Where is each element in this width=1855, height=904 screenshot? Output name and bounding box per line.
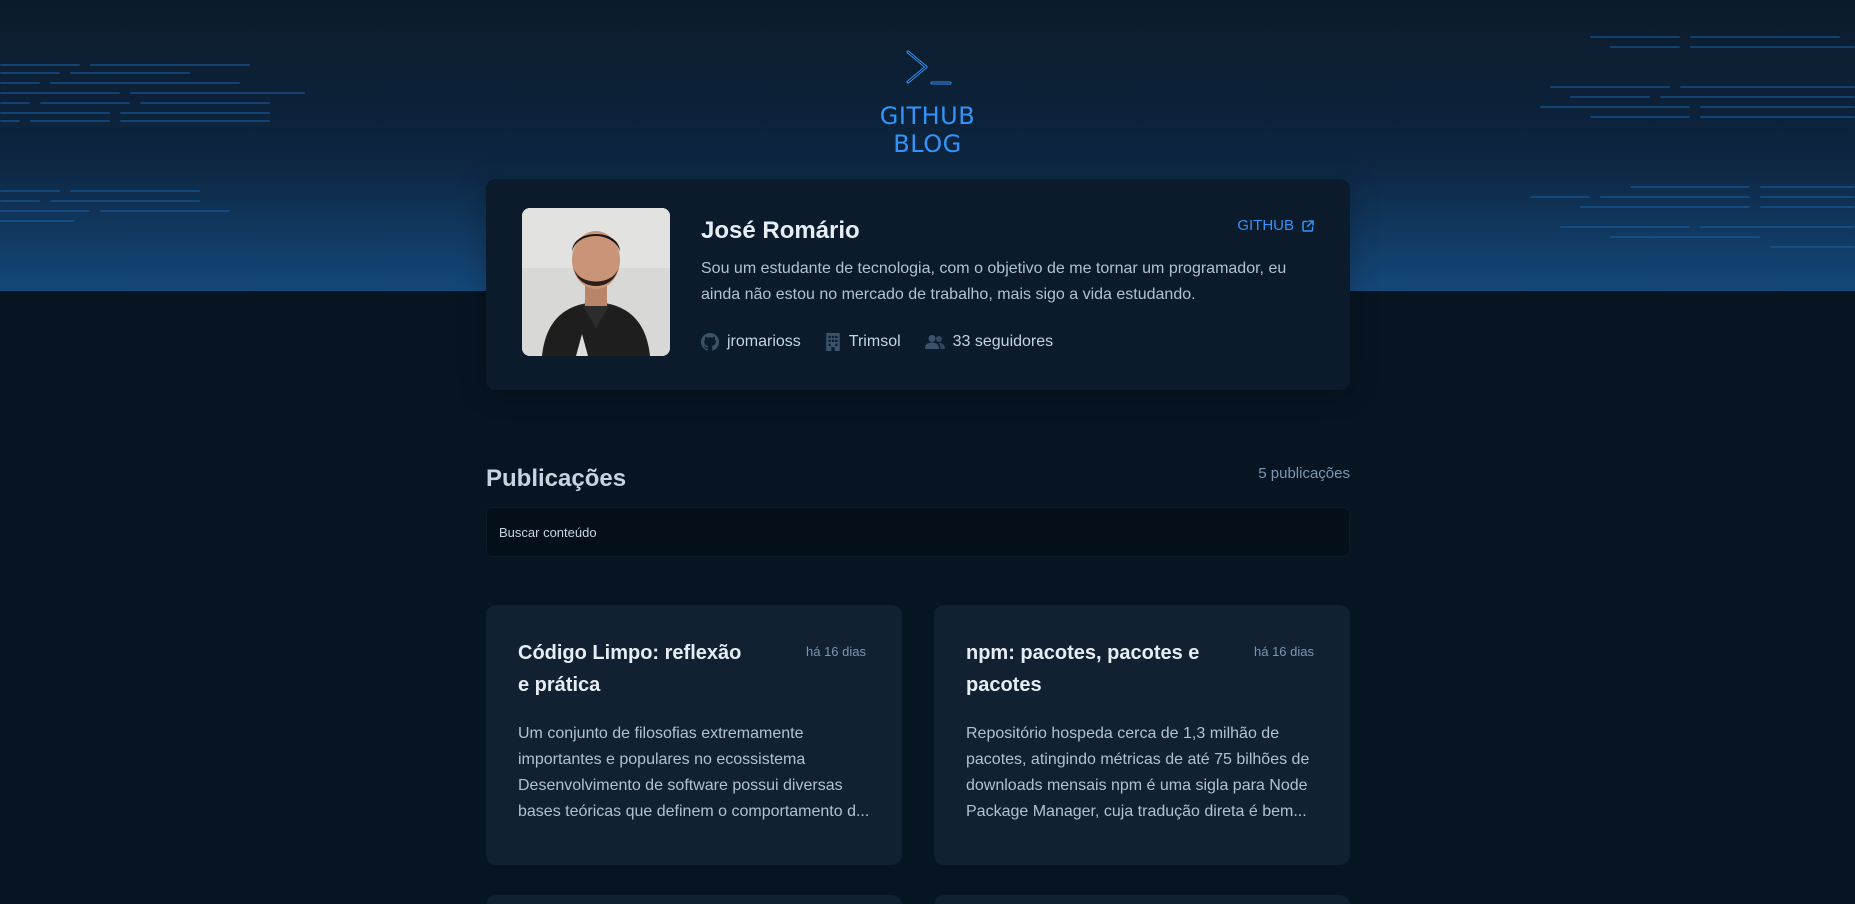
header-decoration-left (0, 0, 320, 291)
avatar (522, 208, 670, 356)
post-card[interactable]: npm: pacotes, pacotes e pacotes há 16 di… (934, 605, 1350, 865)
stat-followers: 33 seguidores (924, 333, 1054, 351)
publications-count: 5 publicações (1258, 465, 1350, 482)
building-icon (826, 333, 840, 351)
github-profile-link[interactable]: GITHUB (1237, 217, 1314, 234)
user-group-icon (924, 335, 945, 349)
post-card-partial[interactable] (934, 895, 1350, 904)
stat-company: Trimsol (825, 333, 901, 351)
stat-followers-label: 33 seguidores (952, 333, 1054, 350)
profile-card: José Romário GITHUB Sou um estudante de … (486, 179, 1350, 390)
post-card[interactable]: Código Limpo: reflexão e prática há 16 d… (486, 605, 902, 865)
publications-title: Publicações (486, 465, 627, 492)
site-title: GITHUB BLOG (879, 102, 976, 158)
github-icon (701, 333, 719, 351)
site-logo[interactable]: GITHUB BLOG (870, 48, 985, 158)
post-date: há 16 dias (1254, 644, 1314, 659)
search-input[interactable] (486, 507, 1350, 557)
profile-bio: Sou um estudante de tecnologia, com o ob… (701, 260, 1287, 303)
stat-company-label: Trimsol (848, 333, 901, 350)
post-excerpt: Um conjunto de filosofias extremamente i… (518, 725, 870, 820)
post-card-partial[interactable] (486, 895, 902, 904)
stat-username: jromarioss (701, 333, 801, 351)
external-link-icon (1302, 219, 1314, 232)
github-link-label: GITHUB (1237, 217, 1294, 234)
stat-username-label: jromarioss (727, 333, 801, 350)
terminal-prompt-icon (906, 50, 951, 85)
post-title: npm: pacotes, pacotes e pacotes (966, 642, 1200, 696)
header-decoration-right (1530, 0, 1855, 291)
post-date: há 16 dias (806, 644, 866, 659)
profile-stats: jromarioss Trimsol 33 seguidores (701, 333, 1053, 351)
profile-name: José Romário (701, 217, 860, 244)
post-excerpt: Repositório hospeda cerca de 1,3 milhão … (966, 725, 1310, 820)
post-title: Código Limpo: reflexão e prática (518, 642, 742, 696)
